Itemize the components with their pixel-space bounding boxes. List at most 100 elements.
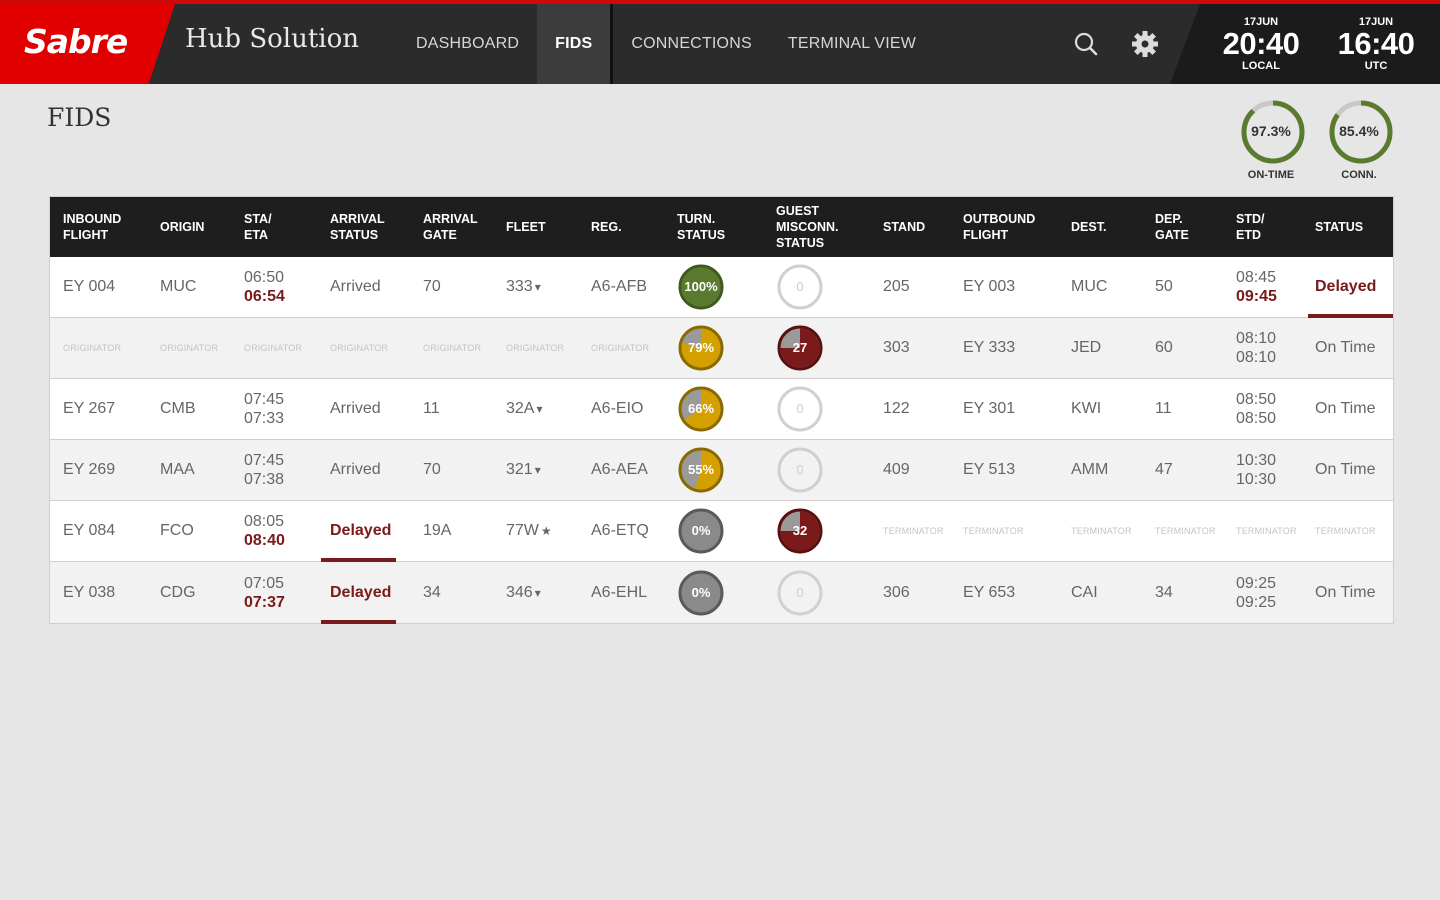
on-time-kpi[interactable]: 97.3% ON-TIME — [1238, 99, 1308, 181]
cell-departure-gate: 47 — [1155, 440, 1173, 500]
cell-outbound-flight: EY 513 — [963, 440, 1015, 500]
guest-misconnection-donut[interactable]: 0 — [776, 385, 824, 433]
header-turn-status[interactable]: TURN. STATUS — [677, 197, 725, 257]
table-row[interactable]: EY 038 CDG 07:05 07:37 Delayed 34 346 ▾ A6-EHL 0%… — [50, 562, 1393, 624]
eta-time: 07:37 — [244, 593, 285, 611]
stand-text: 306 — [883, 583, 910, 601]
cell-outbound-flight: TERMINATOR — [963, 501, 1024, 561]
local-time: 20:40 — [1222, 26, 1300, 61]
cell-origin: ORIGINATOR — [160, 318, 218, 378]
header-outbound-flight[interactable]: OUTBOUND FLIGHT — [963, 197, 1035, 257]
header-sta-eta[interactable]: STA/ ETA — [244, 197, 272, 257]
utc-clock: 17JUN 16:40 UTC — [1331, 16, 1421, 72]
cell-status: On Time — [1315, 318, 1375, 378]
cell-fleet: 32A ▾ — [506, 379, 543, 439]
header-std-etd[interactable]: STD/ ETD — [1236, 197, 1264, 257]
cell-sta-eta: 06:50 06:54 — [244, 257, 285, 317]
cell-turn-status: 0% — [677, 562, 725, 623]
turn-status-donut[interactable]: 55% — [677, 446, 725, 494]
gear-icon[interactable] — [1131, 30, 1159, 58]
originator-placeholder: ORIGINATOR — [423, 343, 482, 353]
chevron-down-icon: ▾ — [534, 585, 541, 600]
registration-text: A6-ETQ — [591, 522, 649, 539]
cell-arrival-status: ORIGINATOR — [330, 318, 388, 378]
clock-panel: 17JUN 20:40 LOCAL 17JUN 16:40 UTC — [1170, 4, 1440, 84]
etd-time: 10:30 — [1236, 471, 1277, 488]
outbound-flight-text: EY 301 — [963, 400, 1016, 417]
cell-arrival-gate: ORIGINATOR — [423, 318, 481, 378]
sta-time: 07:45 — [244, 452, 285, 469]
flight-status-text: On Time — [1315, 339, 1376, 356]
guest-misconnection-donut[interactable]: 0 — [776, 263, 824, 311]
cell-arrival-status: Delayed — [321, 501, 396, 562]
arrival-status-text: Arrived — [330, 461, 381, 478]
departure-gate-text: 47 — [1155, 461, 1173, 478]
std-etd-times: 10:30 10:30 — [1236, 451, 1276, 489]
arrival-status-text: Delayed — [330, 522, 392, 539]
on-time-label: ON-TIME — [1247, 169, 1295, 181]
guest-misconnection-donut[interactable]: 0 — [776, 569, 824, 617]
cell-registration: A6-AEA — [591, 440, 648, 500]
originator-placeholder: ORIGINATOR — [63, 343, 122, 353]
header-status[interactable]: STATUS — [1315, 197, 1363, 257]
header-stand[interactable]: STAND — [883, 197, 925, 257]
cell-arrival-status: Arrived — [330, 379, 381, 439]
origin-text: CMB — [160, 400, 196, 417]
destination-text: JED — [1071, 339, 1102, 356]
turn-status-donut[interactable]: 0% — [677, 569, 725, 617]
terminator-placeholder: TERMINATOR — [1071, 526, 1132, 536]
turn-status-donut[interactable]: 66% — [677, 385, 725, 433]
table-row[interactable]: EY 269 MAA 07:45 07:38 Arrived 70 321 ▾ A6-AEA 55… — [50, 440, 1393, 501]
sabre-logo[interactable]: Sabre — [0, 4, 175, 84]
guest-misconnection-donut[interactable]: 27 — [776, 324, 824, 372]
cell-stand: 205 — [883, 257, 910, 317]
cell-outbound-flight: EY 301 — [963, 379, 1015, 439]
header-inbound-flight[interactable]: INBOUND FLIGHT — [63, 197, 121, 257]
cell-guest-misconnection-status: 32 — [776, 501, 824, 561]
nav-connections[interactable]: CONNECTIONS — [613, 4, 769, 84]
cell-registration: A6-ETQ — [591, 501, 649, 561]
nav-terminal-view[interactable]: TERMINAL VIEW — [770, 4, 934, 84]
turn-status-donut[interactable]: 79% — [677, 324, 725, 372]
guest-misconnection-donut-value: 0 — [796, 584, 804, 600]
header-origin[interactable]: ORIGIN — [160, 197, 204, 257]
top-bar: Sabre Hub Solution DASHBOARD FIDS CONNECTI… — [0, 0, 1440, 84]
table-row[interactable]: EY 004 MUC 06:50 06:54 Arrived 70 333 ▾ A6-AFB 10… — [50, 257, 1393, 318]
origin-text: MAA — [160, 461, 195, 478]
search-icon[interactable] — [1072, 30, 1100, 58]
originator-placeholder: ORIGINATOR — [330, 343, 389, 353]
turn-status-donut[interactable]: 100% — [677, 263, 725, 311]
guest-misconnection-donut[interactable]: 32 — [776, 507, 824, 555]
nav-dashboard[interactable]: DASHBOARD — [398, 4, 537, 84]
cell-sta-eta: 07:45 07:38 — [244, 440, 284, 500]
registration-text: A6-EHL — [591, 583, 648, 601]
inbound-flight-text: EY 038 — [63, 583, 116, 601]
cell-inbound-flight: EY 269 — [63, 440, 115, 500]
header-arrival-gate[interactable]: ARRIVAL GATE — [423, 197, 478, 257]
originator-placeholder: ORIGINATOR — [160, 343, 219, 353]
cell-origin: FCO — [160, 501, 194, 561]
cell-status: Delayed — [1308, 257, 1393, 318]
header-destination[interactable]: DEST. — [1071, 197, 1106, 257]
turn-status-donut[interactable]: 0% — [677, 507, 725, 555]
destination-text: CAI — [1071, 583, 1098, 601]
connections-kpi[interactable]: 85.4% CONN. — [1326, 99, 1396, 181]
header-departure-gate[interactable]: DEP. GATE — [1155, 197, 1189, 257]
guest-misconnection-donut[interactable]: 0 — [776, 446, 824, 494]
cell-destination: JED — [1071, 318, 1101, 378]
cell-stand: 306 — [883, 562, 910, 623]
header-registration[interactable]: REG. — [591, 197, 622, 257]
table-row[interactable]: EY 084 FCO 08:05 08:40 Delayed 19A 77W ★ A6-ETQ 0… — [50, 501, 1393, 562]
turn-status-donut-value: 66% — [687, 401, 715, 416]
nav-fids[interactable]: FIDS — [537, 4, 614, 84]
cell-guest-misconnection-status: 0 — [776, 440, 824, 500]
cell-inbound-flight: EY 267 — [63, 379, 115, 439]
inbound-flight-text: EY 267 — [63, 400, 116, 417]
header-fleet[interactable]: FLEET — [506, 197, 546, 257]
cell-departure-gate: 50 — [1155, 257, 1173, 317]
header-guest-misconnection-status[interactable]: GUEST MISCONN. STATUS — [776, 197, 839, 257]
outbound-flight-text: EY 003 — [963, 278, 1016, 295]
table-row[interactable]: ORIGINATOR ORIGINATOR ORIGINATOR ORIGINATOR… — [50, 318, 1393, 379]
header-arrival-status[interactable]: ARRIVAL STATUS — [330, 197, 385, 257]
table-row[interactable]: EY 267 CMB 07:45 07:33 Arrived 11 32A ▾ A6-EIO 66… — [50, 379, 1393, 440]
